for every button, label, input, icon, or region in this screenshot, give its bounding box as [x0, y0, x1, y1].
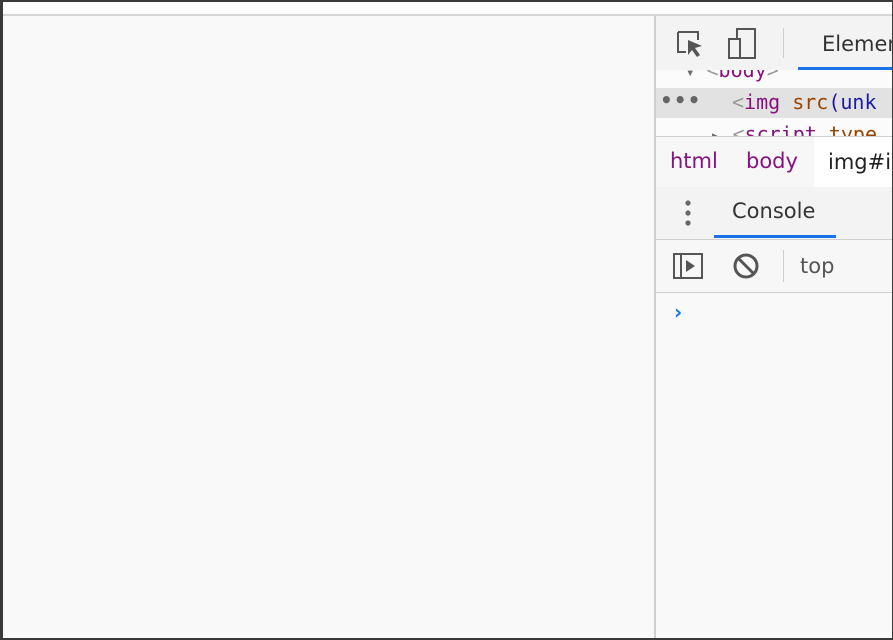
bracket: > — [766, 70, 779, 82]
bracket: < — [732, 122, 745, 136]
breadcrumb: html body img#i — [656, 136, 892, 188]
dom-tag-script: script — [744, 122, 817, 136]
context-selector[interactable]: top — [800, 254, 834, 278]
page-viewport[interactable] — [3, 16, 654, 638]
expand-triangle-icon[interactable]: ▾ — [686, 70, 694, 81]
dom-node-body[interactable]: ▾ <body> — [686, 70, 892, 88]
browser-window: Elements ▾ <body> ••• <img src(unk ▶ <sc… — [0, 0, 893, 640]
breadcrumb-body[interactable]: body — [746, 149, 798, 173]
bracket: < — [706, 70, 719, 82]
drawer-tab-bar: Console — [656, 187, 892, 240]
toolbar-separator — [783, 28, 784, 58]
more-actions-icon[interactable]: ••• — [660, 88, 701, 112]
dom-attr-value: (unk — [828, 90, 877, 114]
console-prompt-icon[interactable]: › — [674, 300, 682, 324]
tab-elements[interactable]: Elements — [822, 32, 892, 56]
dom-attr-name: type — [828, 122, 877, 136]
console-toolbar: top — [656, 240, 892, 293]
dom-attr-name: src — [792, 90, 829, 114]
tab-console-underline — [714, 235, 836, 238]
dom-node-img-selected[interactable]: ••• <img src(unk — [656, 88, 892, 118]
dom-tag-img: img — [744, 90, 781, 114]
clear-console-icon[interactable] — [730, 250, 762, 282]
devtools-panel: Elements ▾ <body> ••• <img src(unk ▶ <sc… — [654, 16, 892, 638]
inspect-element-icon[interactable] — [672, 27, 708, 61]
dom-tag-body: body — [718, 70, 767, 82]
devtools-tab-bar: Elements — [656, 16, 892, 71]
breadcrumb-img[interactable]: img#i — [814, 137, 892, 187]
device-toolbar-icon[interactable] — [722, 26, 762, 62]
toolbar-separator — [783, 250, 784, 282]
dom-node-script[interactable]: ▶ <script type — [712, 122, 892, 136]
bracket: < — [732, 90, 745, 114]
kebab-menu-icon[interactable] — [676, 197, 700, 229]
show-sidebar-icon[interactable] — [670, 250, 706, 282]
breadcrumb-html[interactable]: html — [670, 149, 718, 173]
elements-dom-tree: ▾ <body> ••• <img src(unk ▶ <script type — [656, 70, 892, 136]
window-top-strip — [3, 2, 892, 16]
collapse-triangle-icon[interactable]: ▶ — [712, 129, 720, 136]
tab-console[interactable]: Console — [732, 199, 815, 223]
